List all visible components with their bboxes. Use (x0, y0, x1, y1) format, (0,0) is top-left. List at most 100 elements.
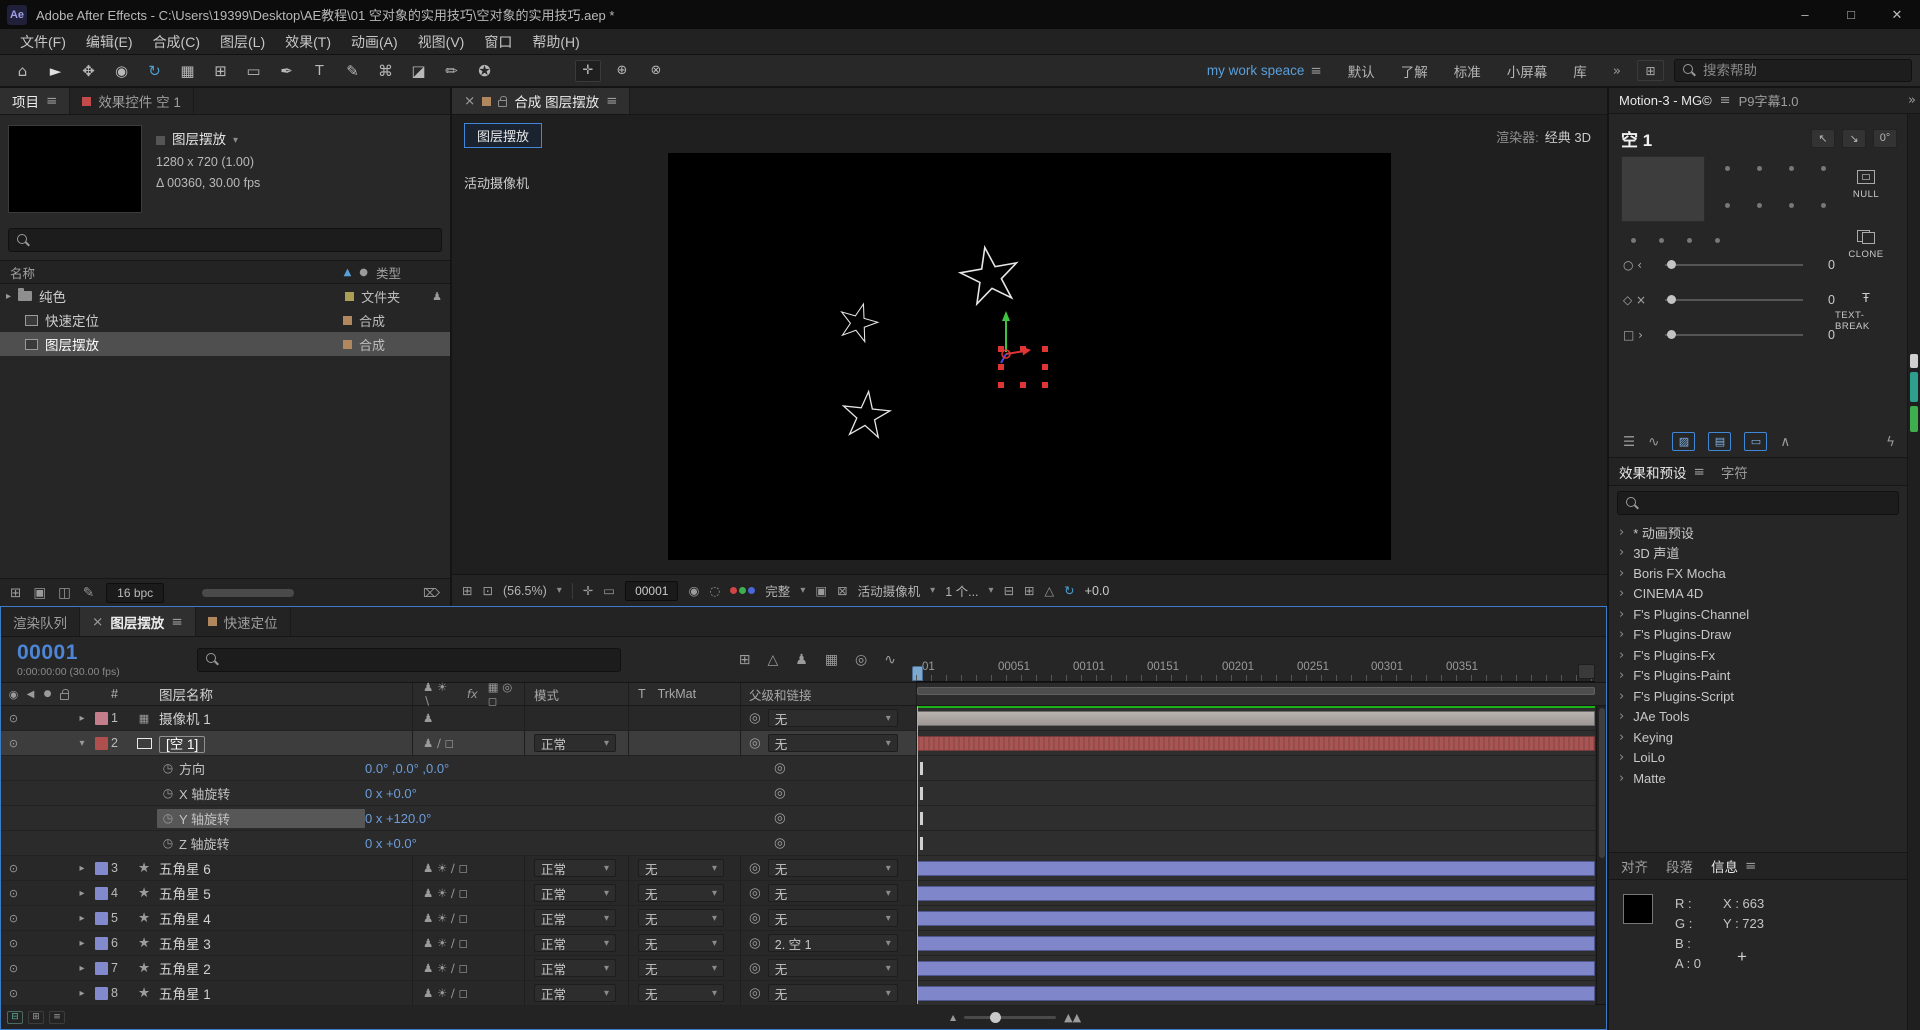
layer-name[interactable]: [空 1] (159, 736, 205, 753)
layer-duration-area[interactable] (916, 931, 1595, 955)
workspace-standard[interactable]: 标准 (1454, 61, 1481, 81)
zoom-out-mountain-icon[interactable]: ▲ (950, 1013, 956, 1022)
parent-select[interactable]: 无▾ (768, 984, 898, 1002)
snapshot-icon[interactable]: ◉ (688, 583, 699, 598)
layer-row[interactable]: ⊙ ▸ 3 ★ 五角星 6 ♟ ☀ ∕ ◻ 正常▾ 无▾ ◎无▾ (1, 856, 1606, 881)
tab-comp-timeline[interactable]: × 图层摆放 ≡ (80, 607, 196, 636)
stopwatch-icon[interactable]: ◷ (157, 811, 179, 825)
trkmat-select[interactable]: 无▾ (638, 959, 724, 977)
falloff-curve-icon[interactable]: ∿ (1648, 434, 1659, 450)
pickwhip-icon[interactable]: ◎ (774, 785, 786, 801)
resolution-select[interactable]: 完整 (765, 581, 790, 600)
slider-value[interactable]: 0 (1821, 328, 1835, 342)
panel-menu-icon[interactable]: ≡ (606, 93, 617, 109)
tree-item[interactable]: ›* 动画预设 (1619, 522, 1907, 543)
comp-mini-flowchart-icon[interactable]: ⊞ (739, 652, 751, 668)
trkmat-select[interactable]: 无▾ (638, 884, 724, 902)
parent-select[interactable]: 无▾ (768, 734, 898, 752)
layer-name[interactable]: 五角星 4 (155, 908, 412, 928)
expander-icon[interactable]: ▸ (73, 963, 91, 974)
layer-name[interactable]: 五角星 5 (155, 883, 412, 903)
current-time-indicator-line[interactable] (917, 706, 918, 1004)
tree-item[interactable]: ›Boris FX Mocha (1619, 563, 1907, 584)
panel-overflow-icon[interactable]: » (1908, 93, 1920, 108)
blend-mode-select[interactable]: 正常▾ (534, 984, 616, 1002)
menu-animation[interactable]: 动画(A) (341, 32, 408, 52)
blend-mode-select[interactable]: 正常▾ (534, 859, 616, 877)
pickwhip-icon[interactable]: ◎ (749, 710, 761, 726)
workspace-small-screen[interactable]: 小屏幕 (1507, 61, 1548, 81)
lock-icon[interactable] (498, 100, 507, 107)
item-name[interactable]: 快速定位 (45, 310, 336, 330)
column-mode[interactable]: 模式 (524, 683, 628, 705)
magnification-icon[interactable]: ⊡ (482, 583, 492, 598)
close-icon[interactable]: × (464, 93, 475, 109)
anchor-corner-icon[interactable]: ↖ (1811, 129, 1835, 148)
pen-tool-icon[interactable]: ✒ (270, 62, 303, 80)
trkmat-select[interactable]: 无▾ (638, 934, 724, 952)
blend-mode-select[interactable]: 正常▾ (534, 734, 616, 752)
clone-button[interactable]: CLONE (1848, 230, 1883, 260)
circle-less-icon[interactable]: ○ ‹ (1623, 258, 1657, 272)
composition-canvas[interactable] (668, 153, 1391, 560)
layer-switches[interactable]: ♟ (412, 706, 524, 730)
pickwhip-icon[interactable]: ◎ (749, 985, 761, 1001)
show-channel-icon[interactable] (730, 587, 755, 594)
exposure-value[interactable]: +0.0 (1085, 584, 1110, 598)
parent-select[interactable]: 无▾ (768, 859, 898, 877)
menu-window[interactable]: 窗口 (474, 32, 522, 52)
grid-guides-icon[interactable]: ✛ (583, 583, 593, 598)
panel-menu-icon[interactable]: ≡ (1745, 858, 1756, 874)
property-graph-area[interactable] (916, 756, 1595, 780)
camera-tool-icon[interactable]: ▦ (171, 62, 204, 80)
text-tool-icon[interactable]: T (303, 62, 336, 79)
null-button[interactable]: NULL (1853, 170, 1879, 200)
layer-label-color[interactable] (95, 712, 108, 725)
new-comp-icon[interactable]: ◫ (58, 585, 71, 601)
panel-menu-icon[interactable]: ≡ (1694, 464, 1705, 480)
layer-label-color[interactable] (95, 962, 108, 975)
layer-label-color[interactable] (95, 987, 108, 1000)
menu-icon[interactable]: ☰ (1623, 434, 1635, 450)
expander-icon[interactable]: ▸ (73, 913, 91, 924)
hide-shy-icon[interactable]: ♟ (795, 652, 808, 668)
layer-switches[interactable]: ♟ ∕ ◻ (412, 731, 524, 755)
slider-track[interactable] (1665, 299, 1803, 301)
eye-icon[interactable]: ⊙ (5, 987, 22, 1000)
project-search[interactable] (8, 228, 442, 252)
pickwhip-icon[interactable]: ◎ (749, 885, 761, 901)
layer-bar[interactable] (917, 961, 1595, 976)
always-preview-icon[interactable]: ⊞ (462, 583, 472, 598)
anchor-corner2-icon[interactable]: ↘ (1842, 129, 1866, 148)
slider-value[interactable]: 0 (1821, 258, 1835, 272)
eye-icon[interactable]: ⊙ (5, 887, 22, 900)
panel-menu-icon[interactable]: ≡ (171, 614, 182, 630)
layer-name[interactable]: 五角星 1 (155, 983, 412, 1003)
expander-icon[interactable]: ▸ (73, 888, 91, 899)
column-name[interactable]: 名称 (10, 263, 336, 282)
draft-3d-icon[interactable]: △ (767, 652, 778, 668)
menu-composition[interactable]: 合成(C) (143, 32, 210, 52)
tab-motion-script[interactable]: Motion-3 - MG© (1619, 93, 1712, 108)
property-graph-area[interactable] (916, 831, 1595, 855)
eye-icon[interactable]: ⊙ (5, 962, 22, 975)
menu-layer[interactable]: 图层(L) (210, 32, 275, 52)
slider-track[interactable] (1665, 264, 1803, 266)
anchor-dot-row[interactable] (1621, 222, 1835, 247)
lock-column-icon[interactable] (56, 689, 73, 700)
panel-scroll-strip[interactable] (1907, 114, 1920, 1030)
label-color[interactable] (343, 340, 352, 349)
expander-icon[interactable]: ▸ (73, 938, 91, 949)
layer-switches[interactable]: ♟ ☀ ∕ ◻ (412, 881, 524, 905)
layer-bar[interactable] (917, 736, 1595, 751)
tree-item[interactable]: ›3D 声道 (1619, 543, 1907, 564)
tree-item[interactable]: ›Keying (1619, 727, 1907, 748)
property-row[interactable]: ◷Z 轴旋转 0 x +0.0° ◎ (1, 831, 1606, 856)
show-snapshot-icon[interactable]: ◌ (709, 583, 720, 598)
expander-icon[interactable]: ▸ (6, 291, 11, 302)
eraser-tool-icon[interactable]: ◪ (402, 62, 435, 80)
eye-icon[interactable]: ⊙ (5, 937, 22, 950)
workspace-active[interactable]: my work speace≡ (1207, 63, 1322, 79)
layer-row[interactable]: ⊙ ▸ 8 ★ 五角星 1 ♟ ☀ ∕ ◻ 正常▾ 无▾ ◎无▾ (1, 981, 1606, 1006)
project-row-layout[interactable]: 图层摆放 合成 (0, 332, 450, 356)
